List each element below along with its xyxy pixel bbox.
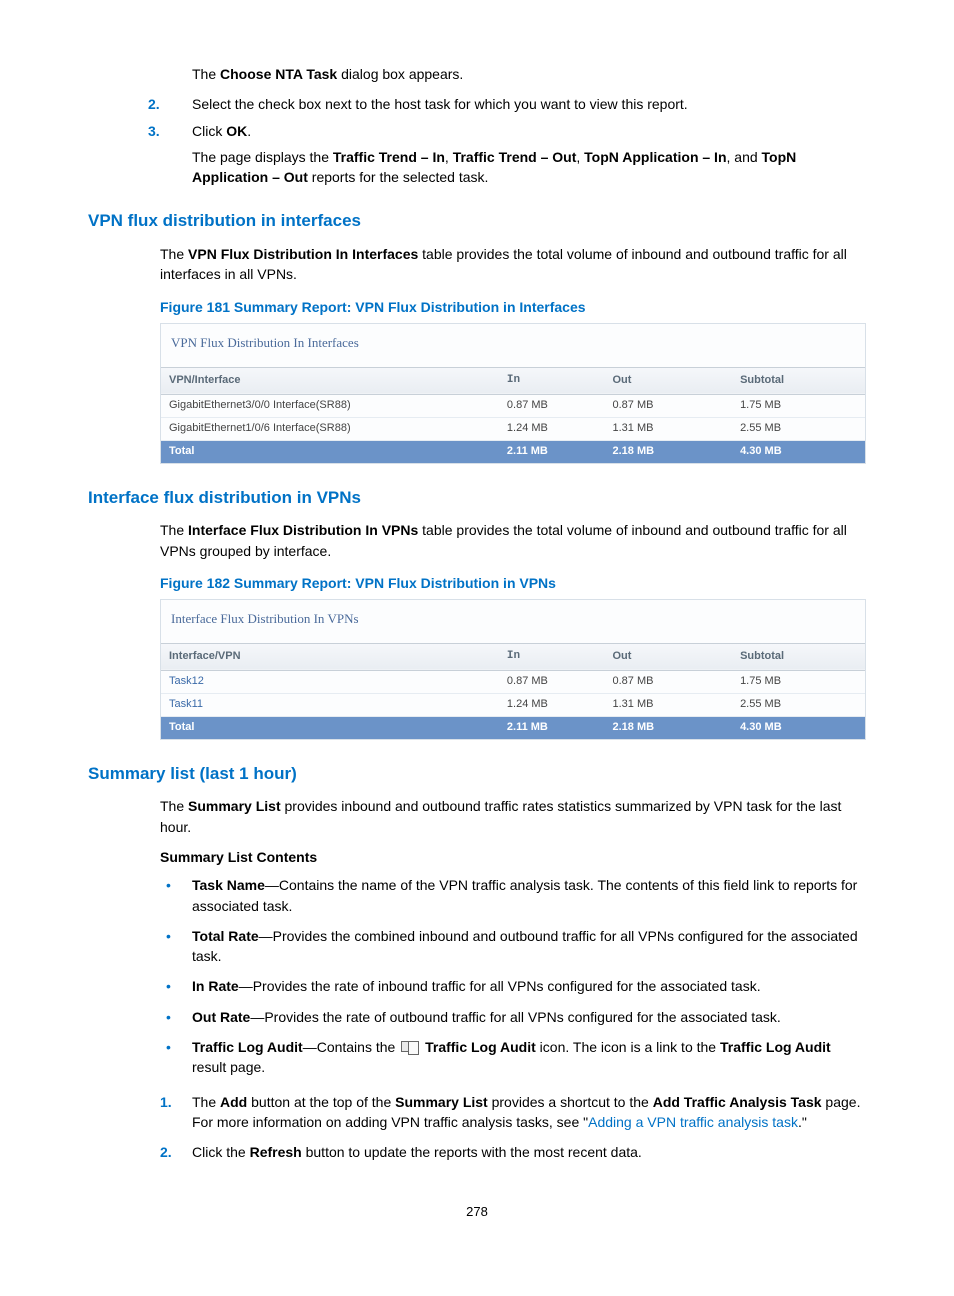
intro-step-2: 2. Select the check box next to the host… [148,94,866,114]
cell-total-out: 2.18 MB [605,716,733,738]
cell-name: GigabitEthernet3/0/0 Interface(SR88) [161,394,499,417]
table-total-row: Total 2.11 MB 2.18 MB 4.30 MB [161,440,865,462]
cell-subtotal: 2.55 MB [732,693,865,716]
step-number: 1. [160,1092,172,1112]
cell-total-subtotal: 4.30 MB [732,716,865,738]
step-text: Select the check box next to the host ta… [192,96,688,112]
sec2-para: The Interface Flux Distribution In VPNs … [160,520,866,561]
summary-step-1: 1. The Add button at the top of the Summ… [160,1092,866,1133]
cell-out: 1.31 MB [605,693,733,716]
table-total-row: Total 2.11 MB 2.18 MB 4.30 MB [161,716,865,738]
sec1-para: The VPN Flux Distribution In Interfaces … [160,244,866,285]
figure-181: VPN Flux Distribution In Interfaces VPN/… [160,323,866,464]
intro-steps: 2. Select the check box next to the host… [148,94,866,187]
figure-181-title: VPN Flux Distribution In Interfaces [161,324,865,367]
summary-steps: 1. The Add button at the top of the Summ… [160,1092,866,1163]
cell-subtotal: 1.75 MB [732,394,865,417]
list-item: Out Rate—Provides the rate of outbound t… [160,1007,866,1027]
step-number: 2. [160,1142,172,1162]
page-number: 278 [88,1203,866,1222]
summary-contents-list: Task Name—Contains the name of the VPN t… [160,875,866,1077]
cell-total-label: Total [161,440,499,462]
cell-name: Task11 [161,693,499,716]
cell-in: 0.87 MB [499,394,605,417]
cell-out: 0.87 MB [605,394,733,417]
list-item: In Rate—Provides the rate of inbound tra… [160,976,866,996]
cell-total-subtotal: 4.30 MB [732,440,865,462]
col-subtotal: Subtotal [732,367,865,394]
table-row: GigabitEthernet1/0/6 Interface(SR88) 1.2… [161,417,865,440]
table-vpn-interface: VPN/Interface In Out Subtotal GigabitEth… [161,367,865,463]
intro-step-3: 3. Click OK. The page displays the Traff… [148,121,866,188]
step-number: 3. [148,121,160,141]
list-item: Task Name—Contains the name of the VPN t… [160,875,866,916]
col-in: In [499,367,605,394]
heading-interface-flux-vpns: Interface flux distribution in VPNs [88,486,866,511]
sec3-para: The Summary List provides inbound and ou… [160,796,866,837]
heading-vpn-flux-interfaces: VPN flux distribution in interfaces [88,209,866,234]
figure-182-caption: Figure 182 Summary Report: VPN Flux Dist… [160,573,866,593]
cell-in: 1.24 MB [499,693,605,716]
cell-total-in: 2.11 MB [499,440,605,462]
list-item: Total Rate—Provides the combined inbound… [160,926,866,967]
task-link[interactable]: Task12 [169,675,204,687]
table-header-row: VPN/Interface In Out Subtotal [161,367,865,394]
col-out: Out [605,643,733,670]
col-interface-vpn: Interface/VPN [161,643,499,670]
table-interface-vpn: Interface/VPN In Out Subtotal Task12 0.8… [161,643,865,739]
heading-summary-list: Summary list (last 1 hour) [88,762,866,787]
col-out: Out [605,367,733,394]
intro-step-3-result: The page displays the Traffic Trend – In… [192,147,866,188]
cell-in: 0.87 MB [499,670,605,693]
step-text: Click OK. [192,123,251,139]
table-row: Task12 0.87 MB 0.87 MB 1.75 MB [161,670,865,693]
cell-name: GigabitEthernet1/0/6 Interface(SR88) [161,417,499,440]
cell-total-label: Total [161,716,499,738]
cell-out: 0.87 MB [605,670,733,693]
cell-in: 1.24 MB [499,417,605,440]
cell-subtotal: 2.55 MB [732,417,865,440]
cell-total-in: 2.11 MB [499,716,605,738]
table-row: GigabitEthernet3/0/0 Interface(SR88) 0.8… [161,394,865,417]
figure-181-caption: Figure 181 Summary Report: VPN Flux Dist… [160,297,866,317]
figure-182-title: Interface Flux Distribution In VPNs [161,600,865,643]
figure-182: Interface Flux Distribution In VPNs Inte… [160,599,866,740]
table-row: Task11 1.24 MB 1.31 MB 2.55 MB [161,693,865,716]
col-in: In [499,643,605,670]
cell-subtotal: 1.75 MB [732,670,865,693]
col-vpn-interface: VPN/Interface [161,367,499,394]
step-number: 2. [148,94,160,114]
intro-choose-nta: The Choose NTA Task dialog box appears. [148,64,866,84]
link-adding-vpn-task[interactable]: Adding a VPN traffic analysis task [588,1114,798,1130]
cell-total-out: 2.18 MB [605,440,733,462]
cell-name: Task12 [161,670,499,693]
task-link[interactable]: Task11 [169,698,203,710]
traffic-log-audit-icon [401,1041,419,1055]
col-subtotal: Subtotal [732,643,865,670]
list-item: Traffic Log Audit—Contains the Traffic L… [160,1037,866,1078]
summary-list-contents-heading: Summary List Contents [160,847,866,867]
table-header-row: Interface/VPN In Out Subtotal [161,643,865,670]
summary-step-2: 2. Click the Refresh button to update th… [160,1142,866,1162]
cell-out: 1.31 MB [605,417,733,440]
